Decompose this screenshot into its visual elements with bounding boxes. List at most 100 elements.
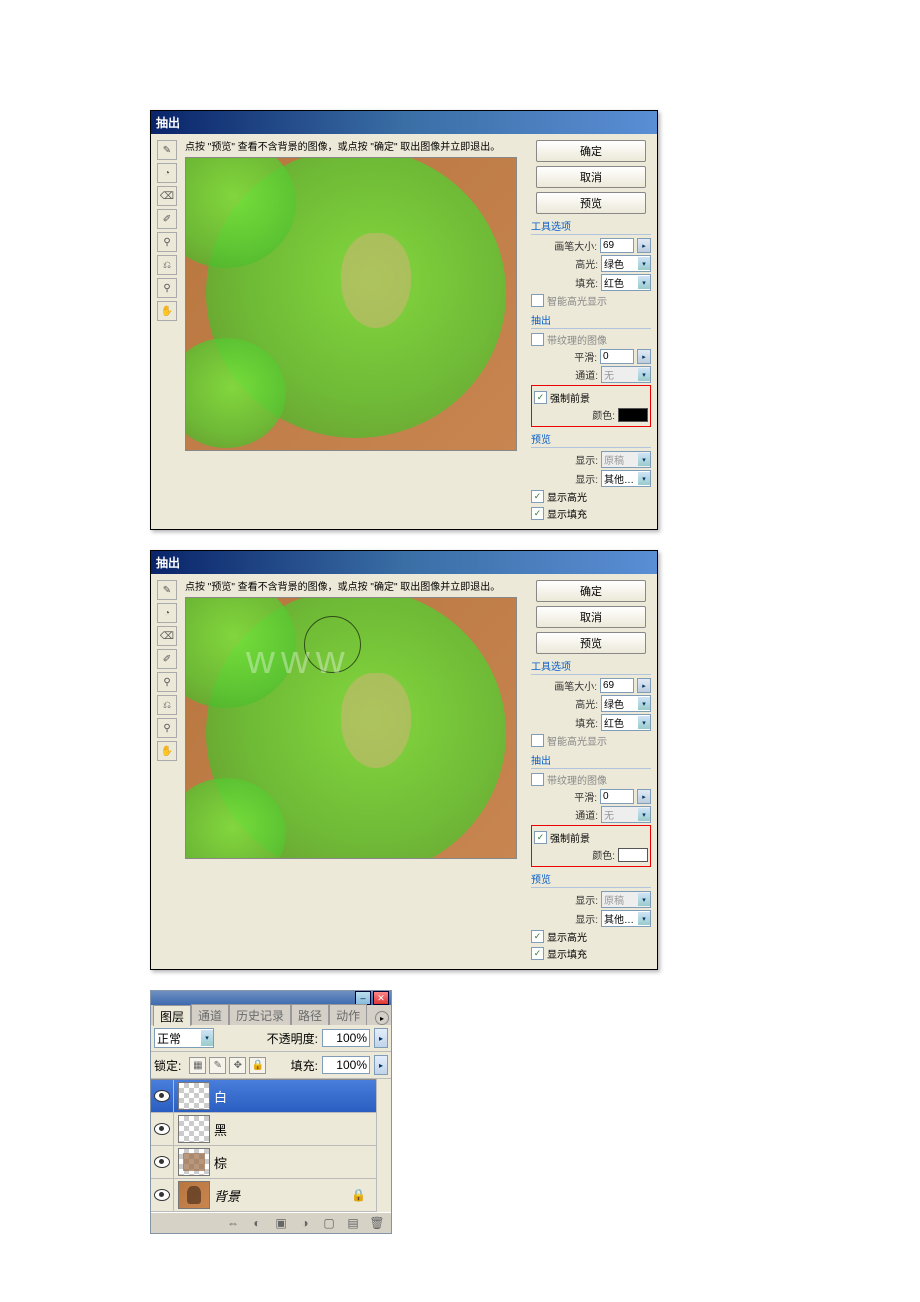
visibility-eye-icon[interactable]: [154, 1090, 170, 1102]
ok-button[interactable]: 确定: [536, 140, 646, 162]
cancel-button[interactable]: 取消: [536, 606, 646, 628]
color-swatch[interactable]: [618, 408, 648, 422]
display-dropdown[interactable]: 其他…▾: [601, 910, 651, 927]
layer-mask-icon[interactable]: ▣: [273, 1216, 289, 1230]
highlighter-tool-icon[interactable]: ✎: [157, 580, 177, 600]
highlight-dropdown[interactable]: 绿色▾: [601, 695, 651, 712]
show-label: 显示:: [575, 452, 598, 467]
tab-paths[interactable]: 路径: [291, 1004, 329, 1025]
layer-thumbnail[interactable]: [178, 1181, 210, 1209]
layer-name[interactable]: 白: [214, 1087, 376, 1106]
layer-name[interactable]: 背景: [214, 1186, 351, 1205]
scrollbar[interactable]: [376, 1079, 391, 1212]
show-highlight-checkbox[interactable]: ✓: [531, 930, 544, 943]
fill-tool-icon[interactable]: ◔: [157, 603, 177, 623]
fill-tool-icon[interactable]: ◔: [157, 163, 177, 183]
cancel-button[interactable]: 取消: [536, 166, 646, 188]
brush-size-spinner[interactable]: ▸: [637, 238, 651, 253]
hand-tool-icon[interactable]: ✋: [157, 741, 177, 761]
hand-tool-icon[interactable]: ✋: [157, 301, 177, 321]
visibility-eye-icon[interactable]: [154, 1189, 170, 1201]
eyedropper-tool-icon[interactable]: ✐: [157, 649, 177, 669]
eraser-tool-icon[interactable]: ⌫: [157, 626, 177, 646]
lock-position-icon[interactable]: ✥: [229, 1057, 246, 1074]
fill-flyout-icon[interactable]: ▸: [374, 1055, 388, 1075]
force-fg-checkbox[interactable]: ✓: [534, 391, 547, 404]
brush-size-input[interactable]: [600, 238, 634, 253]
blend-mode-dropdown[interactable]: 正常▾: [154, 1028, 214, 1048]
color-swatch[interactable]: [618, 848, 648, 862]
new-layer-icon[interactable]: ▤: [345, 1216, 361, 1230]
highlighter-tool-icon[interactable]: ✎: [157, 140, 177, 160]
link-layers-icon[interactable]: ⇔: [225, 1216, 241, 1230]
panel-menu-icon[interactable]: ▸: [375, 1011, 389, 1025]
smooth-input[interactable]: [600, 789, 634, 804]
layers-panel: – ✕ 图层 通道 历史记录 路径 动作 ▸ 正常▾ 不透明度: ▸ 锁定: ▦…: [150, 990, 392, 1234]
instruction-text: 点按 "预览" 查看不含背景的图像，或点按 "确定" 取出图像并立即退出。: [185, 578, 523, 593]
opacity-flyout-icon[interactable]: ▸: [374, 1028, 388, 1048]
layer-thumbnail[interactable]: [178, 1115, 210, 1143]
layer-name[interactable]: 棕: [214, 1153, 376, 1172]
layer-item[interactable]: 背景 🔒: [151, 1179, 376, 1212]
fill-dropdown[interactable]: 红色▾: [601, 274, 651, 291]
smooth-input[interactable]: [600, 349, 634, 364]
fill-opacity-input[interactable]: [322, 1056, 370, 1074]
eraser-tool-icon[interactable]: ⌫: [157, 186, 177, 206]
display-dropdown[interactable]: 其他…▾: [601, 470, 651, 487]
layer-style-icon[interactable]: ◐: [249, 1216, 265, 1230]
show-highlight-checkbox[interactable]: ✓: [531, 490, 544, 503]
ok-button[interactable]: 确定: [536, 580, 646, 602]
layer-name[interactable]: 黑: [214, 1120, 376, 1139]
lock-all-icon[interactable]: 🔒: [249, 1057, 266, 1074]
smart-highlight-checkbox[interactable]: [531, 294, 544, 307]
show-fill-checkbox[interactable]: ✓: [531, 947, 544, 960]
titlebar[interactable]: 抽出: [151, 111, 657, 134]
edge-touchup-tool-icon[interactable]: ⎌: [157, 695, 177, 715]
new-group-icon[interactable]: ▢: [321, 1216, 337, 1230]
minimize-icon[interactable]: –: [355, 991, 371, 1005]
preview-canvas[interactable]: www: [185, 597, 517, 859]
edge-touchup-tool-icon[interactable]: ⎌: [157, 255, 177, 275]
tab-actions[interactable]: 动作: [329, 1004, 367, 1025]
brush-size-input[interactable]: [600, 678, 634, 693]
layer-thumbnail[interactable]: [178, 1082, 210, 1110]
adjustment-layer-icon[interactable]: ◑: [297, 1216, 313, 1230]
preview-button[interactable]: 预览: [536, 192, 646, 214]
brush-size-label: 画笔大小:: [554, 678, 597, 693]
tab-channels[interactable]: 通道: [191, 1004, 229, 1025]
layer-item[interactable]: 白: [151, 1080, 376, 1113]
lock-transparency-icon[interactable]: ▦: [189, 1057, 206, 1074]
show-fill-checkbox[interactable]: ✓: [531, 507, 544, 520]
close-icon[interactable]: ✕: [373, 991, 389, 1005]
zoom-tool-icon[interactable]: ⚲: [157, 718, 177, 738]
channel-label: 通道:: [575, 807, 598, 822]
smooth-spinner[interactable]: ▸: [637, 789, 651, 804]
tab-layers[interactable]: 图层: [153, 1005, 191, 1026]
visibility-eye-icon[interactable]: [154, 1123, 170, 1135]
force-fg-checkbox[interactable]: ✓: [534, 831, 547, 844]
brush-size-spinner[interactable]: ▸: [637, 678, 651, 693]
delete-layer-icon[interactable]: 🗑: [369, 1216, 385, 1230]
zoom-tool-icon[interactable]: ⚲: [157, 278, 177, 298]
tab-history[interactable]: 历史记录: [229, 1004, 291, 1025]
cleanup-tool-icon[interactable]: ⚲: [157, 672, 177, 692]
tool-palette: ✎ ◔ ⌫ ✐ ⚲ ⎌ ⚲ ✋: [155, 138, 181, 525]
fill-dropdown[interactable]: 红色▾: [601, 714, 651, 731]
layer-thumbnail[interactable]: [178, 1148, 210, 1176]
preview-canvas[interactable]: [185, 157, 517, 451]
eyedropper-tool-icon[interactable]: ✐: [157, 209, 177, 229]
textured-checkbox[interactable]: [531, 773, 544, 786]
force-fg-highlight-box: ✓ 强制前景 颜色:: [531, 385, 651, 427]
cleanup-tool-icon[interactable]: ⚲: [157, 232, 177, 252]
preview-button[interactable]: 预览: [536, 632, 646, 654]
smooth-spinner[interactable]: ▸: [637, 349, 651, 364]
smart-highlight-checkbox[interactable]: [531, 734, 544, 747]
lock-image-icon[interactable]: ✎: [209, 1057, 226, 1074]
titlebar[interactable]: 抽出: [151, 551, 657, 574]
layer-item[interactable]: 黑: [151, 1113, 376, 1146]
highlight-dropdown[interactable]: 绿色▾: [601, 255, 651, 272]
opacity-input[interactable]: [322, 1029, 370, 1047]
textured-checkbox[interactable]: [531, 333, 544, 346]
visibility-eye-icon[interactable]: [154, 1156, 170, 1168]
layer-item[interactable]: 棕: [151, 1146, 376, 1179]
